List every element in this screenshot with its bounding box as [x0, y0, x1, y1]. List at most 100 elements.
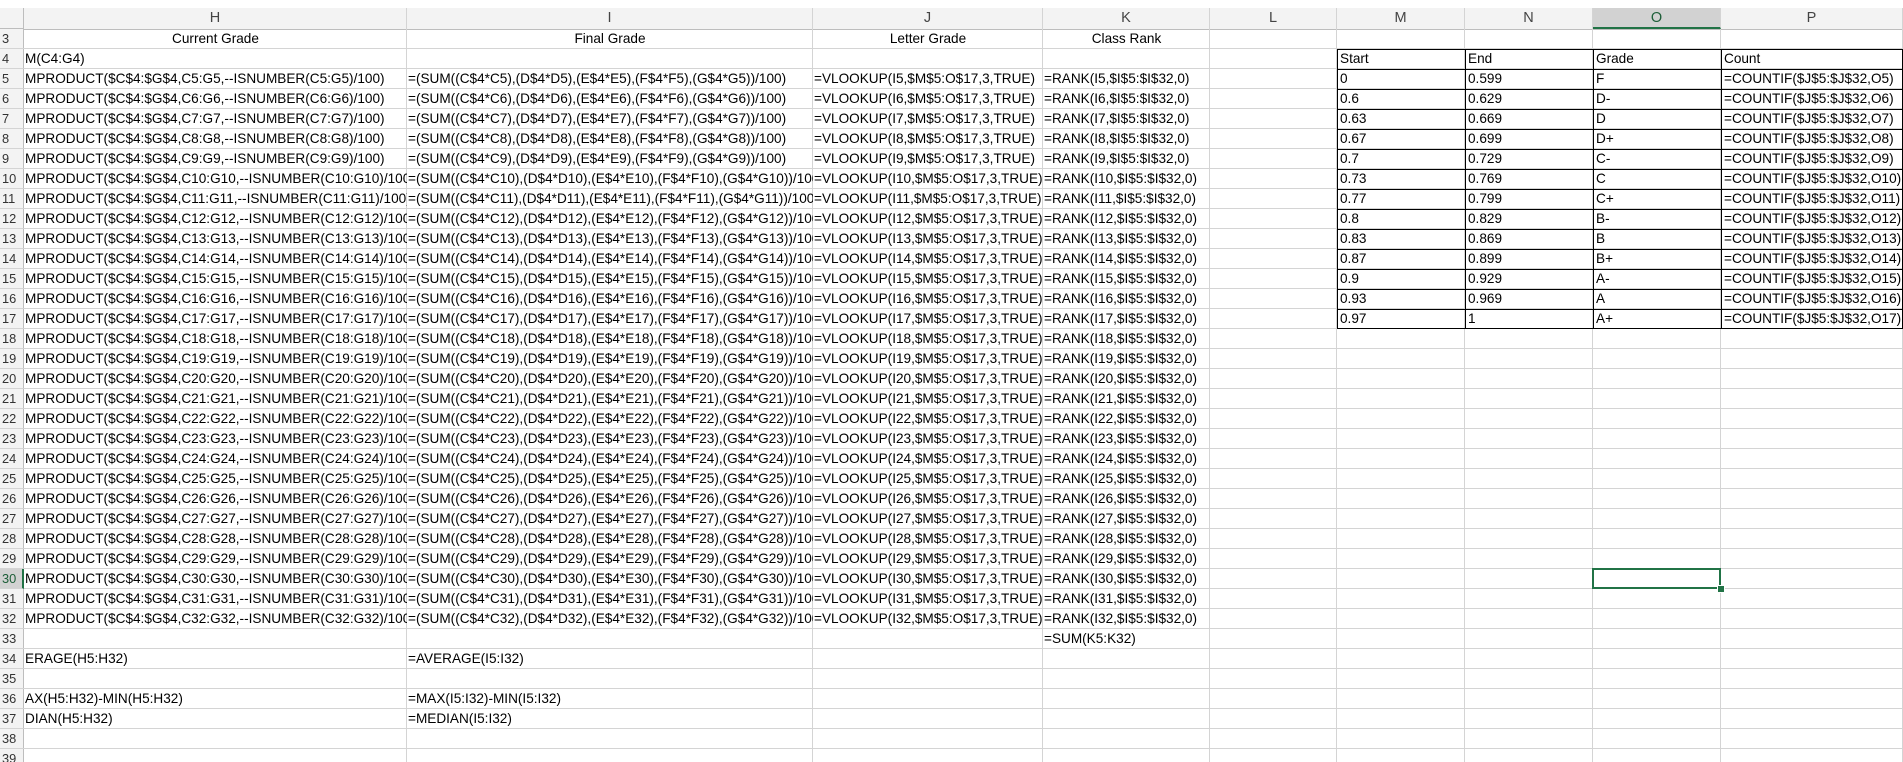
cell-h10[interactable]: MPRODUCT($C$4:$G$4,C10:G10,--ISNUMBER(C1… — [24, 169, 407, 189]
cell-j20[interactable]: =VLOOKUP(I20,$M$5:O$17,3,TRUE) — [813, 369, 1043, 389]
cell-i27[interactable]: =(SUM((C$4*C27),(D$4*D27),(E$4*E27),(F$4… — [407, 509, 813, 529]
cell-i12[interactable]: =(SUM((C$4*C12),(D$4*D12),(E$4*E12),(F$4… — [407, 209, 813, 229]
cell-i15[interactable]: =(SUM((C$4*C15),(D$4*D15),(E$4*E15),(F$4… — [407, 269, 813, 289]
cell-i22[interactable]: =(SUM((C$4*C22),(D$4*D22),(E$4*E22),(F$4… — [407, 409, 813, 429]
row-header-13[interactable]: 13 — [0, 229, 24, 249]
row-header-23[interactable]: 23 — [0, 429, 24, 449]
row-header-8[interactable]: 8 — [0, 129, 24, 149]
cell-j24[interactable]: =VLOOKUP(I24,$M$5:O$17,3,TRUE) — [813, 449, 1043, 469]
row-header-12[interactable]: 12 — [0, 209, 24, 229]
spreadsheet-view[interactable]: HIJKLMNOP 3 4 5 6 7 8 9 10 11 12 13 14 15 16 17 18 19 20 2… — [0, 0, 1903, 762]
grade-table-cell[interactable]: =COUNTIF($J$5:$J$32,O17) — [1721, 309, 1903, 329]
grade-table-cell[interactable]: 0.969 — [1465, 289, 1593, 309]
cell-k11[interactable]: =RANK(I11,$I$5:$I$32,0) — [1043, 189, 1210, 209]
grade-table-cell[interactable]: =COUNTIF($J$5:$J$32,O8) — [1721, 129, 1903, 149]
cell-k24[interactable]: =RANK(I24,$I$5:$I$32,0) — [1043, 449, 1210, 469]
row-header-15[interactable]: 15 — [0, 269, 24, 289]
row-header-31[interactable]: 31 — [0, 589, 24, 609]
column-header-l[interactable]: L — [1210, 8, 1337, 29]
cell-i19[interactable]: =(SUM((C$4*C19),(D$4*D19),(E$4*E19),(F$4… — [407, 349, 813, 369]
cell-i8[interactable]: =(SUM((C$4*C8),(D$4*D8),(E$4*E8),(F$4*F8… — [407, 129, 813, 149]
grade-table-cell[interactable]: D — [1593, 109, 1721, 129]
grade-table-cell[interactable]: 0.699 — [1465, 129, 1593, 149]
grade-table-cell[interactable]: =COUNTIF($J$5:$J$32,O5) — [1721, 69, 1903, 89]
cell-h19[interactable]: MPRODUCT($C$4:$G$4,C19:G19,--ISNUMBER(C1… — [24, 349, 407, 369]
grade-table-cell[interactable]: =COUNTIF($J$5:$J$32,O6) — [1721, 89, 1903, 109]
cell-j12[interactable]: =VLOOKUP(I12,$M$5:O$17,3,TRUE) — [813, 209, 1043, 229]
grade-table-cell[interactable]: 0.929 — [1465, 269, 1593, 289]
column-header-k[interactable]: K — [1043, 8, 1210, 29]
cell-i18[interactable]: =(SUM((C$4*C18),(D$4*D18),(E$4*E18),(F$4… — [407, 329, 813, 349]
row-header-37[interactable]: 37 — [0, 709, 24, 729]
grade-table-cell[interactable]: 0.869 — [1465, 229, 1593, 249]
grade-table-cell[interactable]: 0.97 — [1337, 309, 1465, 329]
grade-table-cell[interactable]: 0.669 — [1465, 109, 1593, 129]
row-header-28[interactable]: 28 — [0, 529, 24, 549]
grade-table-cell[interactable]: C- — [1593, 149, 1721, 169]
cell-j5[interactable]: =VLOOKUP(I5,$M$5:O$17,3,TRUE) — [813, 69, 1043, 89]
cell-i17[interactable]: =(SUM((C$4*C17),(D$4*D17),(E$4*E17),(F$4… — [407, 309, 813, 329]
cell-h9[interactable]: MPRODUCT($C$4:$G$4,C9:G9,--ISNUMBER(C9:G… — [24, 149, 407, 169]
cell-k25[interactable]: =RANK(I25,$I$5:$I$32,0) — [1043, 469, 1210, 489]
cell-k32[interactable]: =RANK(I32,$I$5:$I$32,0) — [1043, 609, 1210, 629]
grade-table-cell[interactable]: 0.6 — [1337, 89, 1465, 109]
grade-table-cell[interactable]: =COUNTIF($J$5:$J$32,O13) — [1721, 229, 1903, 249]
grade-table-cell[interactable]: 0.7 — [1337, 149, 1465, 169]
cell-k12[interactable]: =RANK(I12,$I$5:$I$32,0) — [1043, 209, 1210, 229]
column-label-k[interactable]: Class Rank — [1043, 29, 1210, 49]
grade-table-cell[interactable]: 0.729 — [1465, 149, 1593, 169]
row-header-16[interactable]: 16 — [0, 289, 24, 309]
row-header-29[interactable]: 29 — [0, 549, 24, 569]
grade-table-cell[interactable]: A — [1593, 289, 1721, 309]
column-header-i[interactable]: I — [407, 8, 813, 29]
cell-k6[interactable]: =RANK(I6,$I$5:$I$32,0) — [1043, 89, 1210, 109]
grade-table-header-start[interactable]: Start — [1337, 49, 1465, 69]
cell-grid[interactable]: Current Grade Final Grade Letter Grade Clas… — [24, 29, 1903, 762]
grade-table-cell[interactable]: =COUNTIF($J$5:$J$32,O15) — [1721, 269, 1903, 289]
cell-i20[interactable]: =(SUM((C$4*C20),(D$4*D20),(E$4*E20),(F$4… — [407, 369, 813, 389]
grade-table-cell[interactable]: 0.63 — [1337, 109, 1465, 129]
row-header-32[interactable]: 32 — [0, 609, 24, 629]
cell-h7[interactable]: MPRODUCT($C$4:$G$4,C7:G7,--ISNUMBER(C7:G… — [24, 109, 407, 129]
grade-table-cell[interactable]: 0.799 — [1465, 189, 1593, 209]
row-header-6[interactable]: 6 — [0, 89, 24, 109]
cell-h31[interactable]: MPRODUCT($C$4:$G$4,C31:G31,--ISNUMBER(C3… — [24, 589, 407, 609]
grade-table-cell[interactable]: 0.769 — [1465, 169, 1593, 189]
cell-j22[interactable]: =VLOOKUP(I22,$M$5:O$17,3,TRUE) — [813, 409, 1043, 429]
cell-j27[interactable]: =VLOOKUP(I27,$M$5:O$17,3,TRUE) — [813, 509, 1043, 529]
cell-h36[interactable]: AX(H5:H32)-MIN(H5:H32) — [24, 689, 407, 709]
grade-table-cell[interactable]: C — [1593, 169, 1721, 189]
cell-i24[interactable]: =(SUM((C$4*C24),(D$4*D24),(E$4*E24),(F$4… — [407, 449, 813, 469]
grade-table-cell[interactable]: 0.87 — [1337, 249, 1465, 269]
row-header-14[interactable]: 14 — [0, 249, 24, 269]
cell-k23[interactable]: =RANK(I23,$I$5:$I$32,0) — [1043, 429, 1210, 449]
row-header-19[interactable]: 19 — [0, 349, 24, 369]
grade-table-cell[interactable]: 0.829 — [1465, 209, 1593, 229]
cell-h27[interactable]: MPRODUCT($C$4:$G$4,C27:G27,--ISNUMBER(C2… — [24, 509, 407, 529]
cell-h32[interactable]: MPRODUCT($C$4:$G$4,C32:G32,--ISNUMBER(C3… — [24, 609, 407, 629]
cell-j10[interactable]: =VLOOKUP(I10,$M$5:O$17,3,TRUE) — [813, 169, 1043, 189]
grade-table-header-count[interactable]: Count — [1721, 49, 1903, 69]
cell-k29[interactable]: =RANK(I29,$I$5:$I$32,0) — [1043, 549, 1210, 569]
cell-k26[interactable]: =RANK(I26,$I$5:$I$32,0) — [1043, 489, 1210, 509]
cell-h16[interactable]: MPRODUCT($C$4:$G$4,C16:G16,--ISNUMBER(C1… — [24, 289, 407, 309]
active-cell-selection[interactable] — [1592, 568, 1721, 589]
cell-k5[interactable]: =RANK(I5,$I$5:$I$32,0) — [1043, 69, 1210, 89]
row-header-34[interactable]: 34 — [0, 649, 24, 669]
cell-k10[interactable]: =RANK(I10,$I$5:$I$32,0) — [1043, 169, 1210, 189]
cell-k8[interactable]: =RANK(I8,$I$5:$I$32,0) — [1043, 129, 1210, 149]
cell-k14[interactable]: =RANK(I14,$I$5:$I$32,0) — [1043, 249, 1210, 269]
grade-table-header-grade[interactable]: Grade — [1593, 49, 1721, 69]
row-header-27[interactable]: 27 — [0, 509, 24, 529]
cell-k9[interactable]: =RANK(I9,$I$5:$I$32,0) — [1043, 149, 1210, 169]
cell-h8[interactable]: MPRODUCT($C$4:$G$4,C8:G8,--ISNUMBER(C8:G… — [24, 129, 407, 149]
cell-i6[interactable]: =(SUM((C$4*C6),(D$4*D6),(E$4*E6),(F$4*F6… — [407, 89, 813, 109]
cell-i37[interactable]: =MEDIAN(I5:I32) — [407, 709, 813, 729]
cell-k16[interactable]: =RANK(I16,$I$5:$I$32,0) — [1043, 289, 1210, 309]
row-header-21[interactable]: 21 — [0, 389, 24, 409]
cell-h25[interactable]: MPRODUCT($C$4:$G$4,C25:G25,--ISNUMBER(C2… — [24, 469, 407, 489]
cell-k28[interactable]: =RANK(I28,$I$5:$I$32,0) — [1043, 529, 1210, 549]
select-all-corner[interactable] — [0, 8, 24, 29]
cell-h24[interactable]: MPRODUCT($C$4:$G$4,C24:G24,--ISNUMBER(C2… — [24, 449, 407, 469]
cell-j9[interactable]: =VLOOKUP(I9,$M$5:O$17,3,TRUE) — [813, 149, 1043, 169]
